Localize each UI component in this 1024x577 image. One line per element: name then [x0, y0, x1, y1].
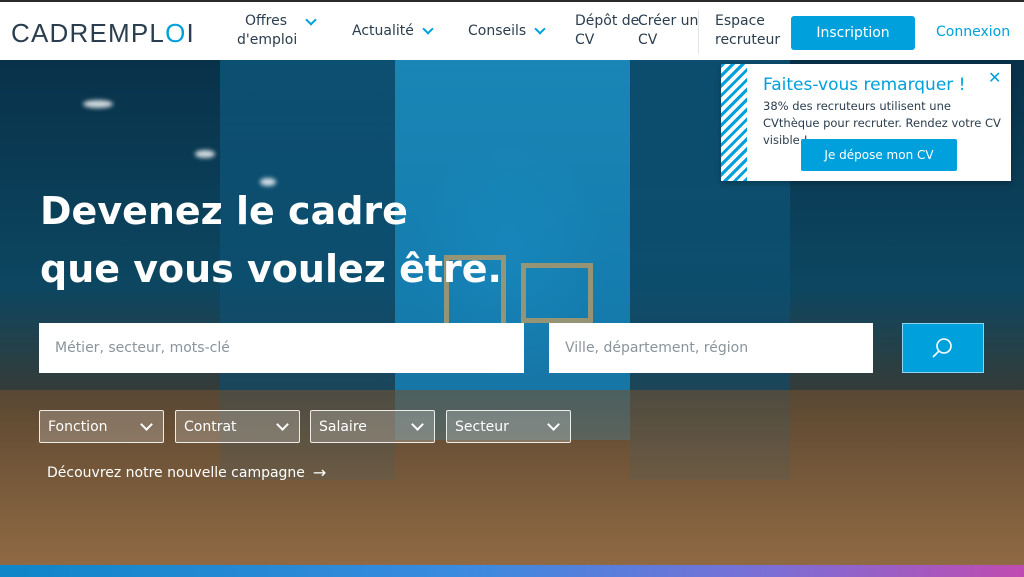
- filter-contrat[interactable]: Contrat: [175, 410, 300, 443]
- nav-depot-line2: CV: [575, 32, 595, 48]
- nav-espace-line2: recruteur: [715, 32, 781, 48]
- background-picture-frame: [521, 263, 593, 323]
- search-button[interactable]: [902, 323, 984, 373]
- filter-contrat-label: Contrat: [184, 418, 237, 435]
- chevron-down-icon: [547, 418, 560, 431]
- nav-actualite-label: Actualité: [352, 22, 414, 39]
- popup-title: Faites-vous remarquer !: [763, 75, 966, 95]
- ceiling-light: [195, 150, 215, 158]
- nav-depot-cv[interactable]: Dépôt de CV: [575, 2, 639, 60]
- arrow-right-icon: →: [312, 463, 327, 482]
- nav-divider: [698, 10, 699, 54]
- popup-stripes-decoration: [721, 64, 747, 181]
- chevron-down-icon: [276, 418, 289, 431]
- nav-offres-emploi[interactable]: Offres d'emploi: [237, 2, 317, 60]
- nav-conseils[interactable]: Conseils: [468, 2, 546, 60]
- logo-text[interactable]: CADREMPLOI: [11, 18, 195, 48]
- nav-espace-recruteur[interactable]: Espace recruteur: [715, 2, 780, 60]
- nav-offres-line2: d'emploi: [237, 32, 298, 48]
- filter-fonction[interactable]: Fonction: [39, 410, 164, 443]
- nav-actualite[interactable]: Actualité: [352, 2, 434, 60]
- chevron-down-icon: [411, 418, 424, 431]
- connexion-link[interactable]: Connexion: [936, 24, 1010, 40]
- chevron-down-icon: [534, 22, 546, 35]
- nav-creer-line1: Créer un: [638, 13, 699, 29]
- hero-headline: Devenez le cadre que vous voulez être.: [40, 182, 502, 298]
- nav-offres-line1: Offres: [245, 13, 288, 29]
- chevron-down-icon: [305, 14, 317, 26]
- chevron-down-icon: [140, 418, 153, 431]
- filter-fonction-label: Fonction: [48, 418, 108, 435]
- cv-promo-popup: Faites-vous remarquer ! 38% des recruteu…: [721, 64, 1011, 181]
- chevron-down-icon: [422, 22, 434, 35]
- search-icon: [932, 338, 952, 358]
- ceiling-light: [83, 100, 113, 108]
- campaign-link[interactable]: Découvrez notre nouvelle campagne →: [47, 463, 326, 482]
- headline-line-1: Devenez le cadre: [40, 189, 408, 233]
- location-search-input[interactable]: [549, 323, 873, 373]
- filter-salaire[interactable]: Salaire: [310, 410, 435, 443]
- nav-espace-line1: Espace: [715, 13, 765, 29]
- headline-line-2: que vous voulez être.: [40, 247, 502, 291]
- deposit-cv-button[interactable]: Je dépose mon CV: [801, 139, 957, 171]
- nav-depot-line1: Dépôt de: [575, 13, 640, 29]
- gradient-bottom-bar: [0, 565, 1024, 577]
- top-navigation-bar: CADREMPLOI Offres d'emploi Actualité Con…: [0, 0, 1024, 60]
- cadremploi-logo[interactable]: CADREMPLOI: [11, 18, 195, 49]
- nav-creer-cv[interactable]: Créer un CV: [638, 2, 698, 60]
- filter-secteur-label: Secteur: [455, 418, 509, 435]
- keywords-search-input[interactable]: [39, 323, 524, 373]
- campaign-link-label: Découvrez notre nouvelle campagne: [47, 464, 305, 481]
- close-icon[interactable]: ✕: [988, 68, 1001, 87]
- nav-conseils-label: Conseils: [468, 22, 527, 39]
- filter-secteur[interactable]: Secteur: [446, 410, 571, 443]
- inscription-button[interactable]: Inscription: [791, 16, 915, 50]
- nav-creer-line2: CV: [638, 32, 658, 48]
- filter-salaire-label: Salaire: [319, 418, 367, 435]
